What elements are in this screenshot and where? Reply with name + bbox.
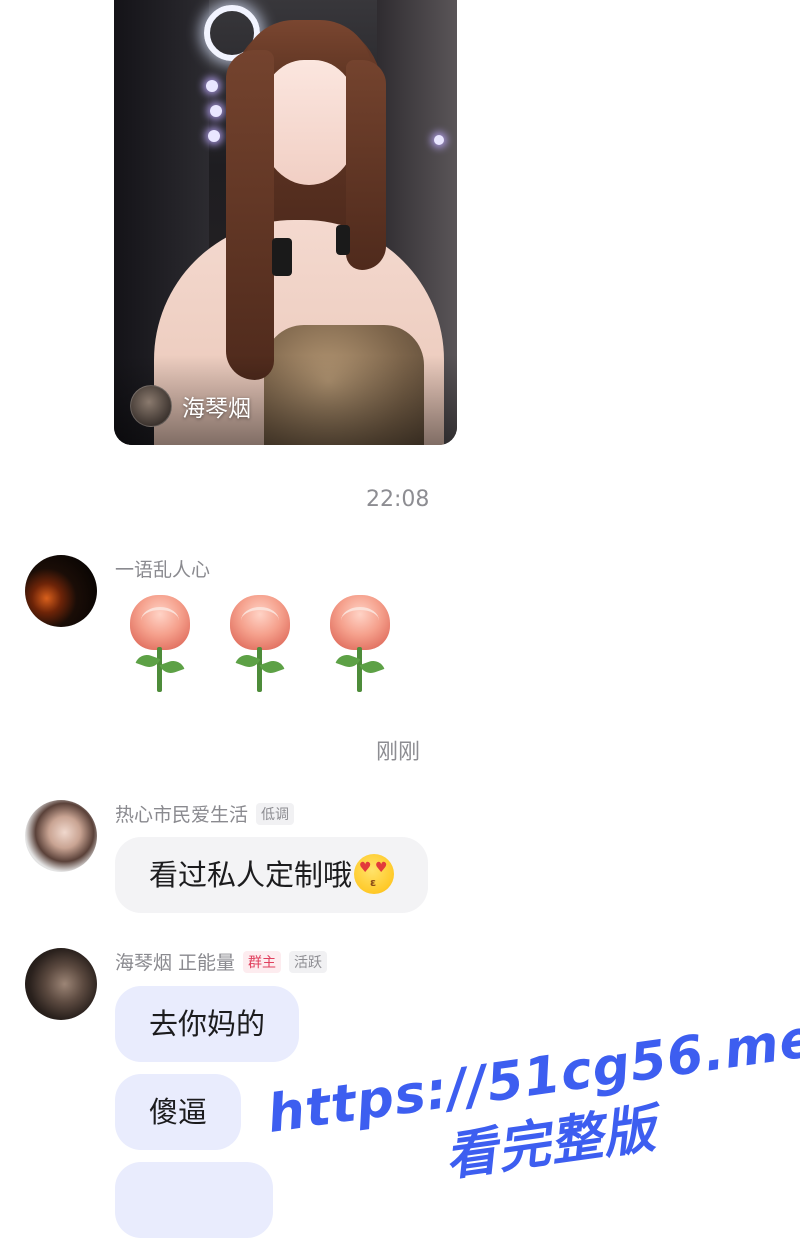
message-bubble[interactable]: 去你妈的 [115,986,300,1062]
rose-icon [225,595,295,695]
sender-name: 热心市民爱生活 低调 [115,800,295,827]
microphone [336,225,350,255]
sender-name-text: 一语乱人心 [115,559,211,581]
heart-eyes-emoji-icon: ♥ ♥ ε [354,854,395,894]
light-dot [206,80,218,92]
sender-name-text: 海琴烟 正能量 [115,952,236,974]
rose-icon [125,595,195,695]
light-dot [210,105,222,117]
hair-strand-right [346,60,386,270]
card-author-name: 海琴烟 [182,396,251,422]
face [259,60,359,185]
hair-strand-left [226,50,274,380]
message-text: 去你妈的 [149,1007,266,1041]
sender-name: 一语乱人心 [115,555,210,582]
rose-icon [325,595,395,695]
message-bubble[interactable]: 看过私人定制哦 ♥ ♥ ε [115,837,429,913]
message-text: 看过私人定制哦 [149,858,353,892]
message-bubble[interactable] [115,1162,273,1238]
avatar[interactable] [25,948,97,1020]
light-dot [434,135,444,145]
sender-name-text: 热心市民爱生活 [115,804,249,826]
timestamp: 22:08 [366,487,430,512]
member-tag: 低调 [256,802,295,825]
timestamp: 刚刚 [376,740,421,765]
light-dot [208,130,220,142]
card-author[interactable]: 海琴烟 [130,385,251,427]
message-text: 傻逼 [149,1095,208,1129]
avatar[interactable] [25,800,97,872]
microphone [272,238,292,276]
avatar [130,385,172,427]
owner-tag: 群主 [243,950,282,973]
avatar[interactable] [25,555,97,627]
active-tag: 活跃 [289,950,328,973]
sender-name: 海琴烟 正能量 群主 活跃 [115,948,328,975]
message-bubble[interactable]: 傻逼 [115,1074,242,1150]
shared-video-card[interactable]: 海琴烟 [114,0,457,445]
